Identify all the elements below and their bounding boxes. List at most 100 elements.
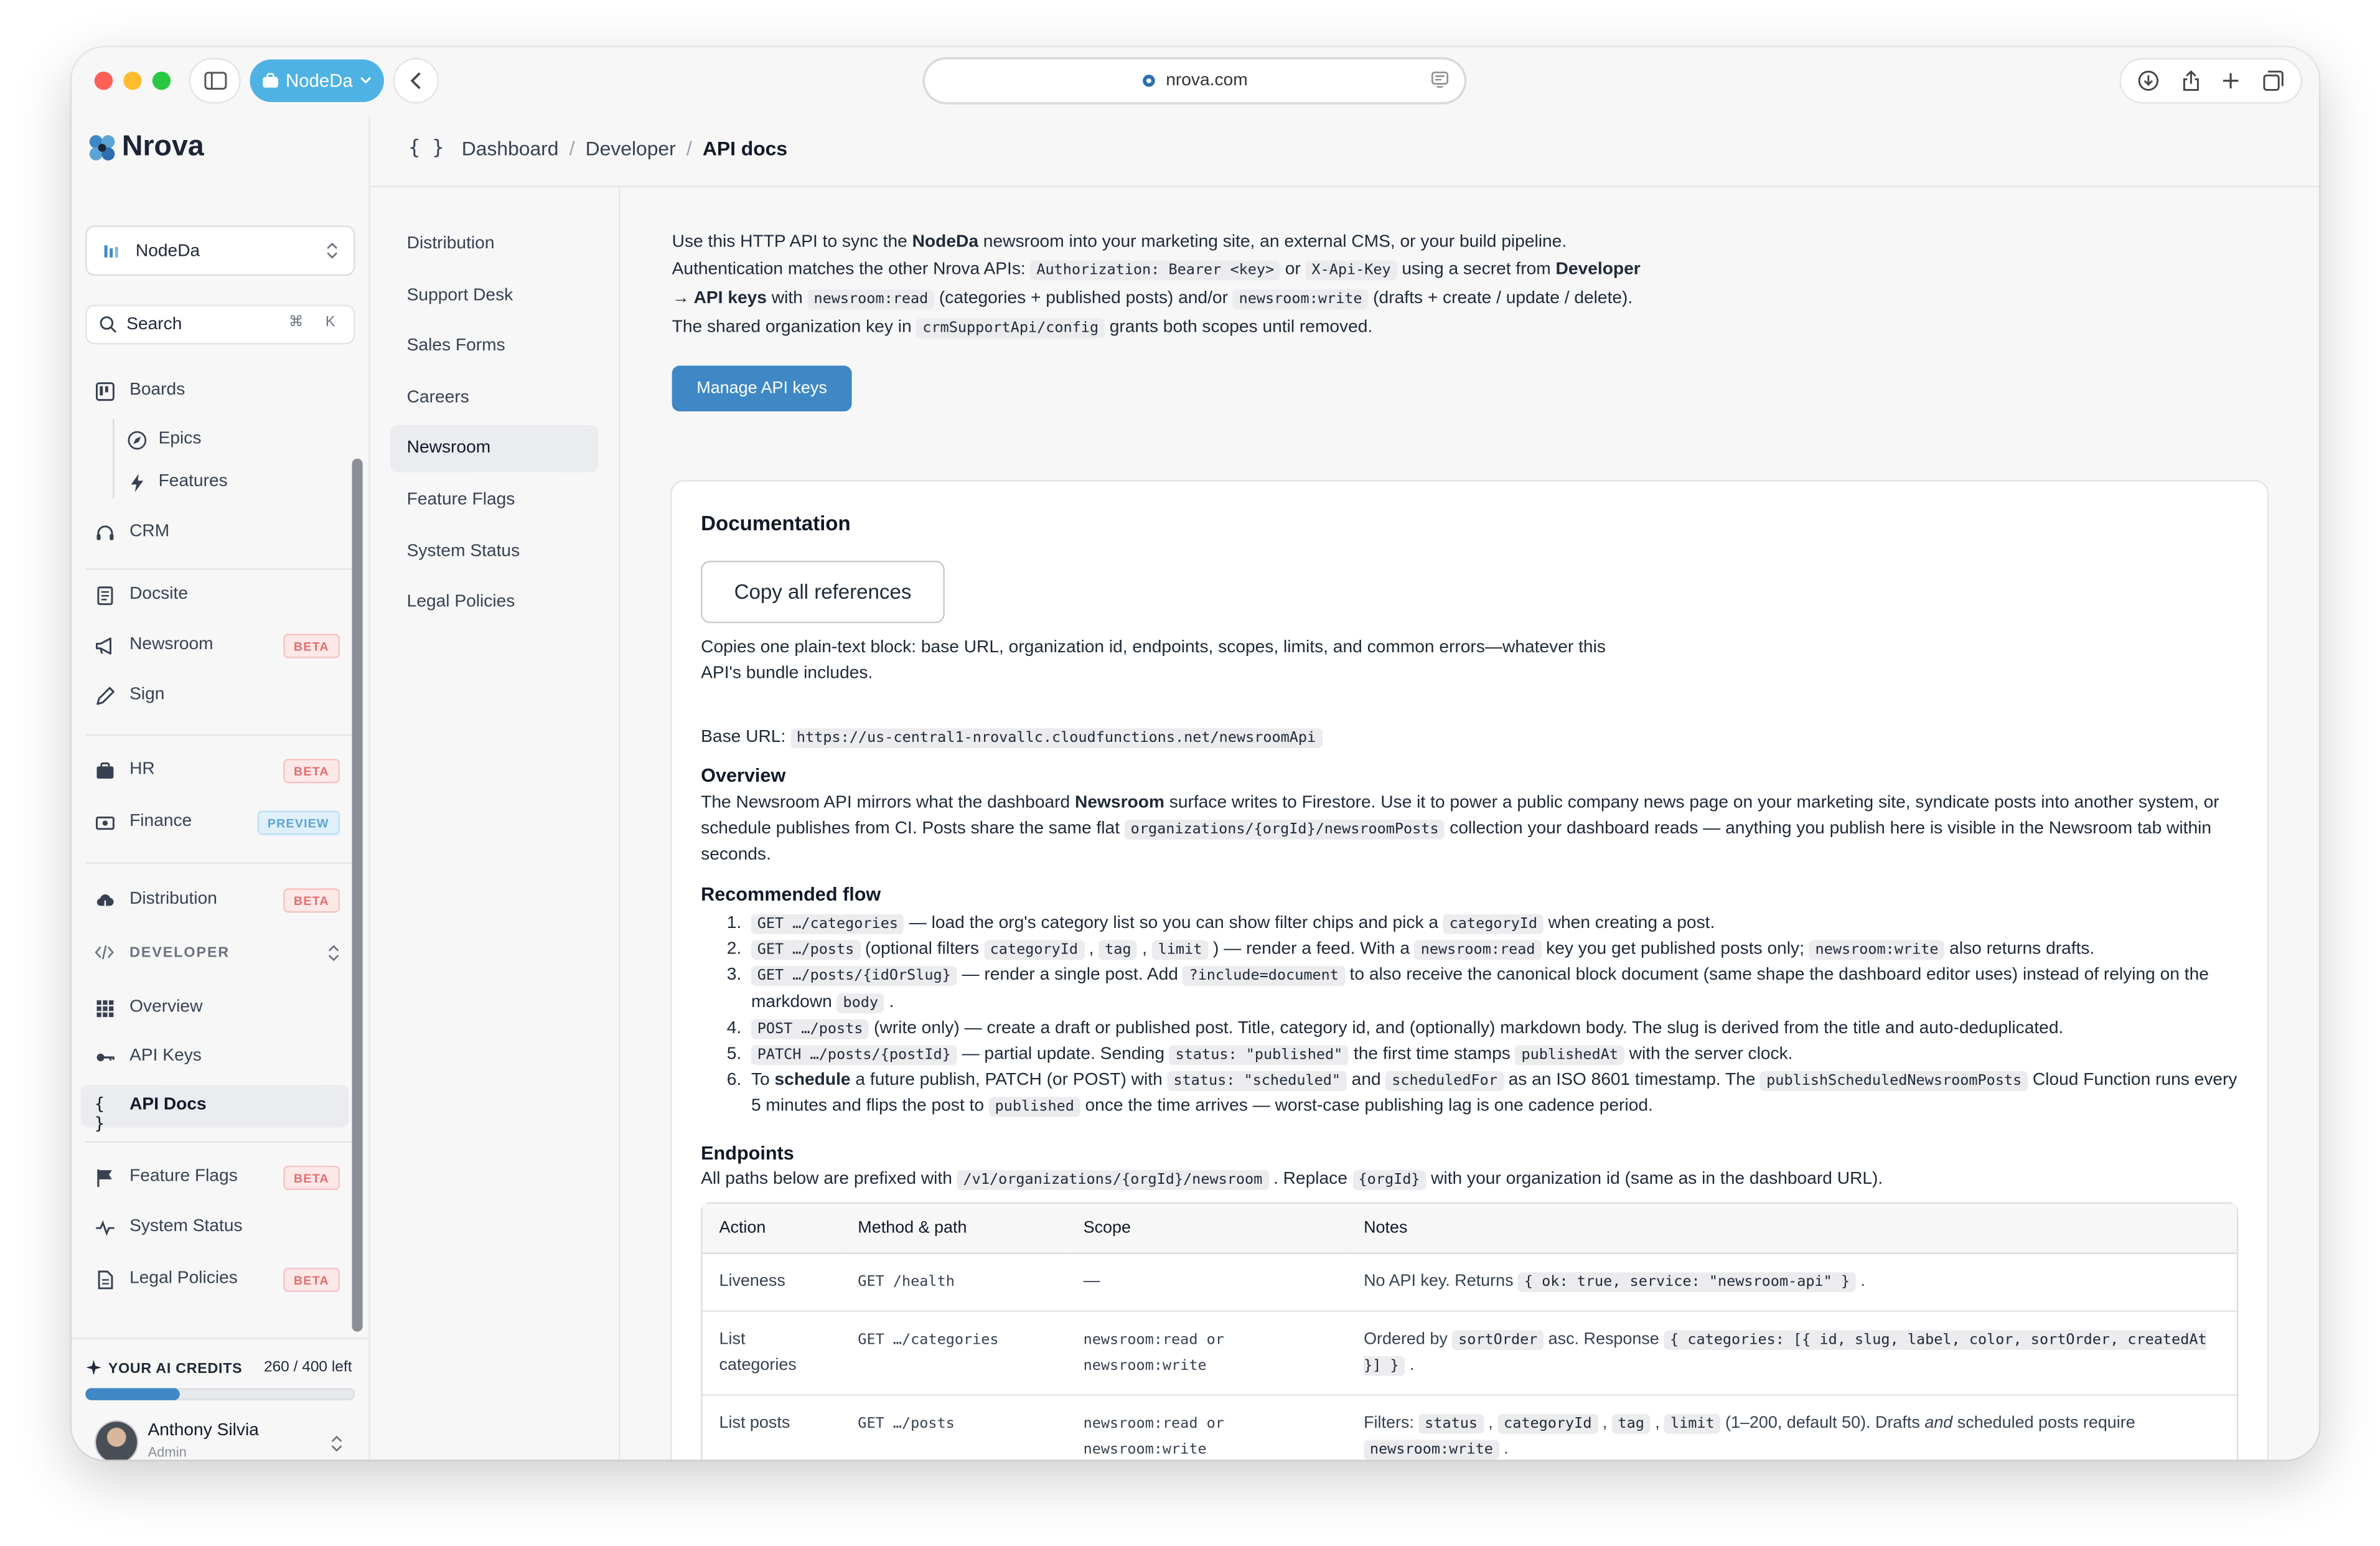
base-url-value: https://us-central1-nrovallc.cloudfuncti… xyxy=(790,728,1322,749)
ai-credits-progress-fill xyxy=(85,1388,180,1400)
compass-icon xyxy=(128,431,147,450)
sidebar-item-boards[interactable]: Boards xyxy=(81,370,349,413)
site-favicon-icon xyxy=(1143,74,1156,87)
sidebar-item-crm[interactable]: CRM xyxy=(81,512,349,555)
text: . Replace xyxy=(1268,1170,1352,1189)
sidebar-item-overview[interactable]: Overview xyxy=(81,987,349,1030)
sidebar-item-newsroom[interactable]: Newsroom BETA xyxy=(81,625,349,668)
docs-nav-legal-policies[interactable]: Legal Policies xyxy=(390,579,599,626)
docs-nav-careers[interactable]: Careers xyxy=(390,375,599,422)
close-window-button[interactable] xyxy=(94,72,113,90)
text: The shared organization key in xyxy=(672,318,917,337)
text: the first time stamps xyxy=(1349,1045,1516,1064)
headset-icon xyxy=(96,525,114,540)
inline-code: publishScheduledNewsroomPosts xyxy=(1760,1071,2028,1092)
docs-nav-newsroom[interactable]: Newsroom xyxy=(390,425,599,472)
flag-icon xyxy=(97,1169,112,1188)
intro-line: Authentication matches the other Nrova A… xyxy=(672,256,1769,285)
address-bar[interactable]: nrova.com xyxy=(925,59,1464,103)
sidebar-item-epics[interactable]: Epics xyxy=(81,419,349,462)
docs-nav-sales-forms[interactable]: Sales Forms xyxy=(390,323,599,370)
user-role: Admin xyxy=(148,1444,187,1460)
cell-scope: newsroom:read or newsroom:write xyxy=(1067,1396,1347,1460)
sidebar-item-label: Legal Policies xyxy=(129,1269,238,1288)
sidebar-item-feature-flags[interactable]: Feature Flags BETA xyxy=(81,1156,349,1199)
downloads-icon[interactable] xyxy=(2138,70,2159,91)
sidebar-item-distribution[interactable]: Distribution BETA xyxy=(81,879,349,922)
search-placeholder: Search xyxy=(126,315,182,334)
user-menu[interactable]: Anthony Silvia Admin xyxy=(72,1414,370,1460)
sidebar-section-developer[interactable]: DEVELOPER xyxy=(81,935,349,972)
sidebar-toggle-button[interactable] xyxy=(190,59,240,103)
pulse-icon xyxy=(96,1220,115,1236)
beta-badge: BETA xyxy=(283,1267,340,1293)
text: asc. Response xyxy=(1544,1330,1664,1349)
sidebar-item-finance[interactable]: Finance PREVIEW xyxy=(81,802,349,845)
docs-nav-feature-flags[interactable]: Feature Flags xyxy=(390,477,599,524)
text: Use this HTTP API to sync the xyxy=(672,233,912,251)
intro-line: The shared organization key in crmSuppor… xyxy=(672,314,1769,343)
documentation-card: Documentation Copy all references Copies… xyxy=(670,480,2269,1460)
text: using a secret from xyxy=(1397,260,1556,279)
inline-code: limit xyxy=(1664,1413,1721,1434)
inline-code: GET …/posts xyxy=(751,940,861,960)
inline-code: organizations/{orgId}/newsroomPosts xyxy=(1124,820,1445,840)
list-number: 6. xyxy=(726,1071,742,1090)
code-icon xyxy=(95,945,114,960)
cell-notes: No API key. Returns { ok: true, service:… xyxy=(1347,1254,2237,1312)
avatar xyxy=(96,1422,138,1460)
sidebar-item-api-docs[interactable]: { } API Docs xyxy=(80,1085,349,1133)
zoom-window-button[interactable] xyxy=(152,72,171,90)
reader-mode-icon[interactable] xyxy=(1431,70,1449,88)
sidebar-item-features[interactable]: Features xyxy=(81,462,349,505)
new-tab-icon[interactable] xyxy=(2222,72,2240,90)
sidebar-item-sign[interactable]: Sign xyxy=(81,675,349,718)
docs-nav-support-desk[interactable]: Support Desk xyxy=(390,273,599,320)
inline-code: categoryId xyxy=(983,940,1084,960)
text: (optional filters xyxy=(860,940,984,959)
sidebar-item-legal-policies[interactable]: Legal Policies BETA xyxy=(81,1258,349,1301)
address-bar-url: nrova.com xyxy=(1166,72,1248,90)
copy-all-references-button[interactable]: Copy all references xyxy=(701,560,945,624)
bold-text: Newsroom xyxy=(1075,794,1164,812)
inline-code: PATCH …/posts/{postId} xyxy=(751,1045,957,1066)
sidebar-item-api-keys[interactable]: API Keys xyxy=(81,1036,349,1079)
org-switcher[interactable]: NodeDa xyxy=(85,225,355,276)
org-bars-icon xyxy=(104,244,118,257)
back-button[interactable] xyxy=(395,59,438,103)
list-item: 3. GET …/posts/{idOrSlug} — render a sing… xyxy=(701,963,2240,1016)
text: (1–200, default 50). Drafts xyxy=(1720,1413,1925,1433)
list-item: 6. To schedule a future publish, PATCH (o… xyxy=(701,1069,2240,1121)
tab-overview-icon[interactable] xyxy=(2262,70,2284,91)
brand-logo[interactable]: Nrova xyxy=(87,131,204,165)
page-header: { } Dashboard / Developer / API docs xyxy=(370,116,2320,188)
sidebar-icon xyxy=(204,72,227,90)
intro-line: → API keys with newsroom:read (categorie… xyxy=(672,285,1769,314)
share-icon[interactable] xyxy=(2181,70,2200,91)
breadcrumb-dashboard[interactable]: Dashboard xyxy=(462,137,559,160)
inline-code: newsroom:write xyxy=(1809,940,1945,960)
scope-line: newsroom:write xyxy=(1083,1441,1207,1458)
sidebar-item-system-status[interactable]: System Status xyxy=(81,1207,349,1250)
docs-nav-distribution[interactable]: Distribution xyxy=(390,221,599,268)
sidebar-search[interactable]: Search ⌘ K xyxy=(85,304,355,345)
sparkle-icon xyxy=(86,1359,101,1375)
text: with xyxy=(766,289,808,308)
breadcrumb-developer[interactable]: Developer xyxy=(586,137,676,160)
sidebar-item-label: CRM xyxy=(129,522,170,541)
inline-code: crmSupportApi/config xyxy=(916,318,1105,339)
org-name: NodeDa xyxy=(912,233,978,251)
manage-api-keys-button[interactable]: Manage API keys xyxy=(672,365,852,412)
overview-text: The Newsroom API mirrors what the dashbo… xyxy=(701,791,2224,869)
sidebar-scrollbar[interactable] xyxy=(352,458,363,1332)
inline-code: GET …/categories xyxy=(751,914,904,934)
sidebar-item-label: API Docs xyxy=(129,1095,207,1114)
browser-profile-button[interactable]: NodeDa xyxy=(250,59,384,103)
text: (categories + published posts) and/or xyxy=(934,289,1233,308)
minimize-window-button[interactable] xyxy=(123,72,142,90)
key-icon xyxy=(96,1053,115,1062)
sidebar-item-docsite[interactable]: Docsite xyxy=(81,574,349,617)
scope-line: newsroom:read or xyxy=(1083,1415,1224,1433)
sidebar-item-hr[interactable]: HR BETA xyxy=(81,749,349,792)
docs-nav-system-status[interactable]: System Status xyxy=(390,529,599,576)
